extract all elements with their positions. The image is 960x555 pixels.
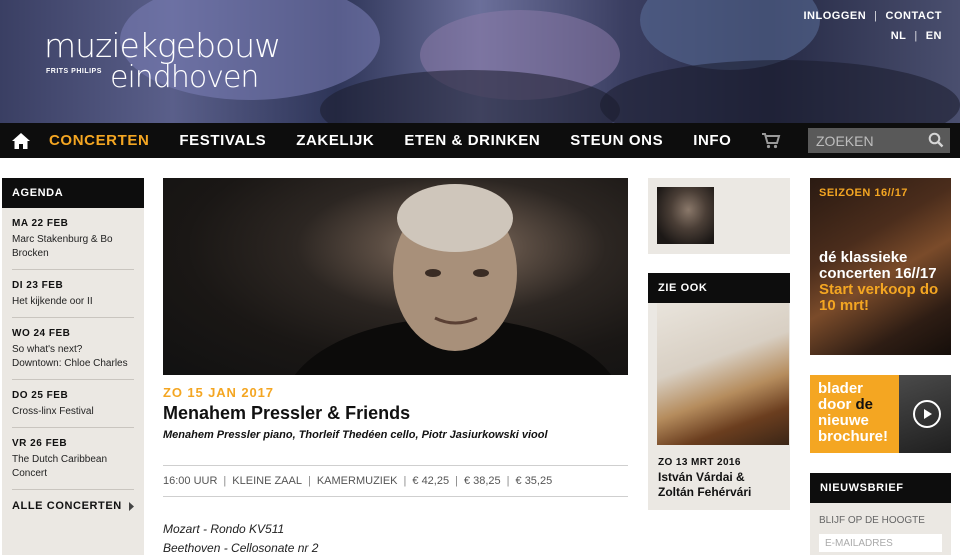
agenda-item-date: DO 25 FEB [12, 390, 69, 401]
event-venue: KLEINE ZAAL [232, 475, 302, 487]
agenda-item-title[interactable]: So what's next? Downtown: Chloe Charles [12, 343, 134, 371]
brochure-promo-banner[interactable]: blader door de nieuwe brochure! [810, 375, 951, 453]
event-program: Mozart - Rondo KV511 Beethoven - Celloso… [163, 520, 628, 555]
home-icon [12, 132, 30, 149]
chevron-right-icon [128, 501, 134, 511]
brochure-word: door [818, 396, 856, 413]
agenda-item[interactable]: MA 22 FEB Marc Stakenburg & Bo Brocken [12, 208, 134, 270]
all-concerts-link[interactable]: ALLE CONCERTEN [12, 490, 134, 512]
header-banner: muziekgebouw FRITS PHILIPS eindhoven INL… [0, 0, 960, 123]
season-promo-banner[interactable]: SEIZOEN 16//17 dé klassieke concerten 16… [810, 178, 951, 355]
season-label: SEIZOEN 16//17 [819, 187, 908, 199]
agenda-item-date: VR 26 FEB [12, 438, 68, 449]
event-detail: ZO 15 JAN 2017 Menahem Pressler & Friend… [163, 178, 628, 555]
event-price: € 35,25 [515, 475, 553, 487]
season-text-orange: Start verkoop do 10 mrt! [819, 281, 939, 314]
search-icon [928, 132, 944, 148]
nav-item-info[interactable]: INFO [693, 132, 731, 149]
agenda-item-date: MA 22 FEB [12, 218, 69, 229]
newsletter-label: BLIJF OP DE HOOGTE [819, 515, 925, 526]
cart-button[interactable] [761, 132, 781, 149]
nav-item-steun-ons[interactable]: STEUN ONS [570, 132, 663, 149]
search-button[interactable] [928, 132, 944, 153]
event-price: € 38,25 [463, 475, 501, 487]
agenda-item-title[interactable]: The Dutch Caribbean Concert [12, 453, 134, 481]
program-item: Beethoven - Cellosonate nr 2 [163, 541, 319, 555]
brochure-word: de [855, 396, 874, 413]
newsletter-heading: NIEUWSBRIEF [810, 473, 951, 503]
login-link[interactable]: INLOGGEN [804, 10, 867, 22]
top-links: INLOGGEN | CONTACT NL | EN [804, 10, 943, 50]
nav-item-festivals[interactable]: FESTIVALS [179, 132, 266, 149]
all-concerts-label: ALLE CONCERTEN [12, 500, 122, 512]
event-price: € 42,25 [412, 475, 450, 487]
event-performers: Menahem Pressler piano, Thorleif Thedéen… [163, 429, 548, 441]
season-text-white: dé klassieke concerten 16//17 [819, 249, 937, 282]
banner-crowd [600, 60, 960, 123]
season-text: dé klassieke concerten 16//17 Start verk… [819, 250, 947, 314]
agenda-sidebar: AGENDA MA 22 FEB Marc Stakenburg & Bo Br… [2, 178, 144, 555]
event-thumbnail[interactable] [657, 187, 714, 244]
main-nav: CONCERTEN FESTIVALS ZAKELIJK ETEN & DRIN… [0, 123, 960, 158]
event-genre: KAMERMUZIEK [316, 475, 398, 487]
play-icon [924, 409, 932, 419]
agenda-item-title[interactable]: Cross-linx Festival [12, 405, 134, 419]
separator: | [914, 30, 918, 42]
brochure-word: nieuwe [818, 412, 869, 429]
logo-line1: muziekgebouw [44, 26, 281, 65]
home-button[interactable] [0, 132, 42, 150]
brochure-word: blader [818, 380, 864, 397]
see-also-date: ZO 13 MRT 2016 [658, 457, 741, 468]
cart-icon [762, 133, 781, 149]
thumbnail-panel [648, 178, 790, 254]
email-field[interactable] [819, 534, 942, 552]
separator: | [874, 10, 878, 22]
agenda-item[interactable]: VR 26 FEB The Dutch Caribbean Concert [12, 428, 134, 490]
see-also-photo[interactable] [657, 303, 789, 445]
agenda-item-title[interactable]: Marc Stakenburg & Bo Brocken [12, 233, 134, 261]
nav-item-concerten[interactable]: CONCERTEN [49, 132, 149, 149]
agenda-item[interactable]: WO 24 FEB So what's next? Downtown: Chlo… [12, 318, 134, 380]
agenda-item-title[interactable]: Het kijkende oor II [12, 295, 134, 309]
see-also-heading: ZIE OOK [648, 273, 790, 303]
lang-nl-link[interactable]: NL [891, 30, 907, 42]
event-time: 16:00 UUR [163, 475, 218, 487]
program-item: Mozart - Rondo KV511 [163, 522, 285, 536]
search-input[interactable] [816, 132, 926, 149]
lang-en-link[interactable]: EN [926, 30, 942, 42]
logo-small: FRITS PHILIPS [46, 68, 102, 75]
agenda-item[interactable]: DO 25 FEB Cross-linx Festival [12, 380, 134, 428]
event-title: Menahem Pressler & Friends [163, 403, 411, 423]
event-date: ZO 15 JAN 2017 [163, 385, 274, 400]
brochure-word: brochure! [818, 428, 889, 445]
agenda-heading: AGENDA [2, 178, 144, 208]
logo-line2: eindhoven [110, 60, 259, 95]
brochure-text: blader door de nieuwe brochure! [818, 381, 888, 445]
event-photo [163, 178, 628, 375]
nav-item-zakelijk[interactable]: ZAKELIJK [296, 132, 374, 149]
agenda-item-date: WO 24 FEB [12, 328, 71, 339]
event-meta: 16:00 UUR | KLEINE ZAAL | KAMERMUZIEK | € 4… [163, 465, 628, 497]
agenda-item[interactable]: DI 23 FEB Het kijkende oor II [12, 270, 134, 318]
agenda-item-date: DI 23 FEB [12, 280, 64, 291]
contact-link[interactable]: CONTACT [886, 10, 942, 22]
newsletter-panel: NIEUWSBRIEF BLIJF OP DE HOOGTE [810, 473, 951, 555]
search-box [808, 128, 950, 153]
site-logo[interactable]: muziekgebouw FRITS PHILIPS eindhoven [44, 26, 281, 93]
portrait-illustration [294, 184, 612, 375]
nav-item-eten-drinken[interactable]: ETEN & DRINKEN [404, 132, 540, 149]
play-button[interactable] [913, 400, 941, 428]
see-also-title[interactable]: István Várdai & Zoltán Fehérvári [658, 470, 783, 500]
see-also-panel[interactable]: ZIE OOK ZO 13 MRT 2016 István Várdai & Z… [648, 273, 790, 510]
